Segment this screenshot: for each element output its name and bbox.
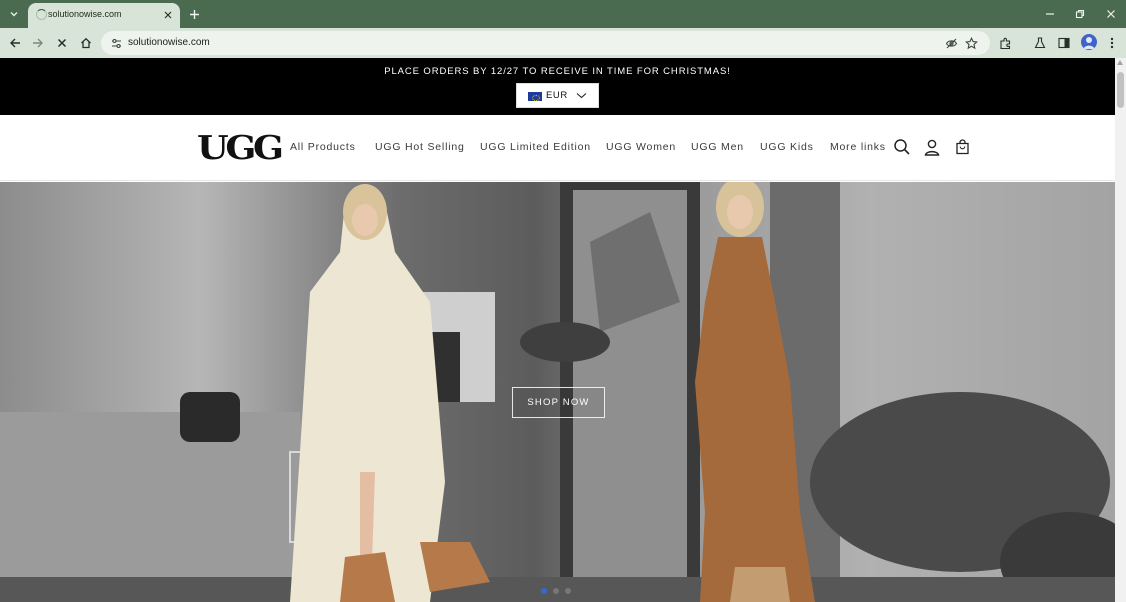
model-left-face bbox=[352, 204, 378, 236]
restore-button[interactable] bbox=[1071, 5, 1089, 23]
model-right-face bbox=[727, 195, 753, 229]
eu-flag-icon bbox=[528, 92, 542, 101]
browser-tab-strip: solutionowise.com bbox=[0, 0, 1126, 28]
nav-ugg-women[interactable]: UGG Women bbox=[606, 141, 676, 153]
star-icon bbox=[964, 36, 978, 49]
nav-ugg-hot-selling[interactable]: UGG Hot Selling bbox=[375, 141, 465, 153]
search-icon bbox=[894, 139, 910, 155]
browser-menu-button[interactable] bbox=[1103, 34, 1121, 52]
scrollbar-thumb[interactable] bbox=[1117, 72, 1124, 108]
flask-icon bbox=[1034, 37, 1046, 49]
labs-button[interactable] bbox=[1031, 34, 1049, 52]
bookmark-button[interactable] bbox=[964, 36, 978, 50]
chevron-down-icon bbox=[576, 93, 587, 99]
minimize-icon bbox=[1046, 13, 1054, 15]
hero-banner[interactable]: SHOP NOW bbox=[0, 182, 1115, 602]
home-button[interactable] bbox=[77, 34, 95, 52]
slide-dot-3[interactable] bbox=[565, 588, 571, 594]
tab-search-button[interactable] bbox=[4, 4, 24, 24]
nav-ugg-men[interactable]: UGG Men bbox=[691, 141, 744, 153]
close-icon bbox=[1107, 10, 1115, 18]
couch bbox=[0, 412, 310, 602]
tab-title: solutionowise.com bbox=[48, 9, 122, 19]
extensions-button[interactable] bbox=[996, 34, 1014, 52]
close-window-button[interactable] bbox=[1102, 5, 1120, 23]
tab-close-button[interactable] bbox=[161, 8, 174, 21]
tracking-protection-button[interactable] bbox=[944, 36, 958, 50]
stop-loading-button[interactable] bbox=[53, 34, 71, 52]
plus-icon bbox=[189, 9, 199, 19]
nav-all-products[interactable]: All Products bbox=[290, 141, 356, 153]
arrow-left-icon bbox=[10, 38, 20, 48]
user-icon bbox=[924, 139, 940, 156]
profile-avatar[interactable] bbox=[1081, 34, 1097, 50]
chevron-down-icon bbox=[10, 12, 18, 17]
forward-button[interactable] bbox=[29, 34, 47, 52]
page-scrollbar[interactable] bbox=[1115, 58, 1126, 602]
site-info-button[interactable] bbox=[109, 36, 123, 50]
shopping-bag-icon bbox=[955, 139, 969, 155]
shop-now-button[interactable]: SHOP NOW bbox=[512, 387, 605, 418]
browser-tab[interactable]: solutionowise.com bbox=[28, 3, 180, 28]
slide-dot-2[interactable] bbox=[553, 588, 559, 594]
currency-selector[interactable]: EUR bbox=[516, 83, 599, 108]
back-button[interactable] bbox=[6, 34, 24, 52]
nav-ugg-limited-edition[interactable]: UGG Limited Edition bbox=[480, 141, 591, 153]
plant-leaves bbox=[520, 322, 610, 362]
home-icon bbox=[81, 37, 91, 49]
nav-ugg-kids[interactable]: UGG Kids bbox=[760, 141, 814, 153]
browser-toolbar: solutionowise.com bbox=[0, 28, 1126, 58]
cushion bbox=[180, 392, 240, 442]
cart-button[interactable] bbox=[952, 137, 972, 157]
slipper-right bbox=[730, 567, 790, 602]
address-bar[interactable]: solutionowise.com bbox=[101, 31, 990, 55]
more-vertical-icon bbox=[1110, 37, 1114, 49]
arrow-right-icon bbox=[33, 38, 43, 48]
scroll-up-arrow-icon[interactable] bbox=[1117, 60, 1123, 65]
side-panel-button[interactable] bbox=[1055, 34, 1073, 52]
tune-icon bbox=[111, 38, 121, 48]
eye-off-icon bbox=[945, 38, 957, 48]
close-icon bbox=[164, 11, 171, 18]
close-icon bbox=[57, 38, 67, 48]
minimize-button[interactable] bbox=[1041, 5, 1059, 23]
page-viewport: PLACE ORDERS BY 12/27 TO RECEIVE IN TIME… bbox=[0, 58, 1126, 602]
search-button[interactable] bbox=[892, 137, 912, 157]
currency-code: EUR bbox=[546, 90, 568, 101]
user-icon bbox=[1083, 37, 1095, 49]
puzzle-icon bbox=[999, 37, 1010, 49]
new-tab-button[interactable] bbox=[186, 6, 202, 22]
account-button[interactable] bbox=[922, 137, 942, 157]
slide-dot-1[interactable] bbox=[541, 588, 547, 594]
side-panel-icon bbox=[1058, 37, 1070, 49]
nav-more-links[interactable]: More links bbox=[830, 141, 886, 153]
loading-spinner-icon bbox=[36, 9, 47, 20]
url-text: solutionowise.com bbox=[128, 37, 210, 48]
announcement-text: PLACE ORDERS BY 12/27 TO RECEIVE IN TIME… bbox=[384, 66, 731, 77]
announcement-bar: PLACE ORDERS BY 12/27 TO RECEIVE IN TIME… bbox=[0, 58, 1115, 115]
restore-icon bbox=[1075, 9, 1085, 19]
ugg-logo[interactable]: UGG bbox=[197, 131, 284, 164]
site-header: UGG All Products UGG Hot Selling UGG Lim… bbox=[0, 115, 1115, 181]
slideshow-dots bbox=[541, 588, 571, 594]
